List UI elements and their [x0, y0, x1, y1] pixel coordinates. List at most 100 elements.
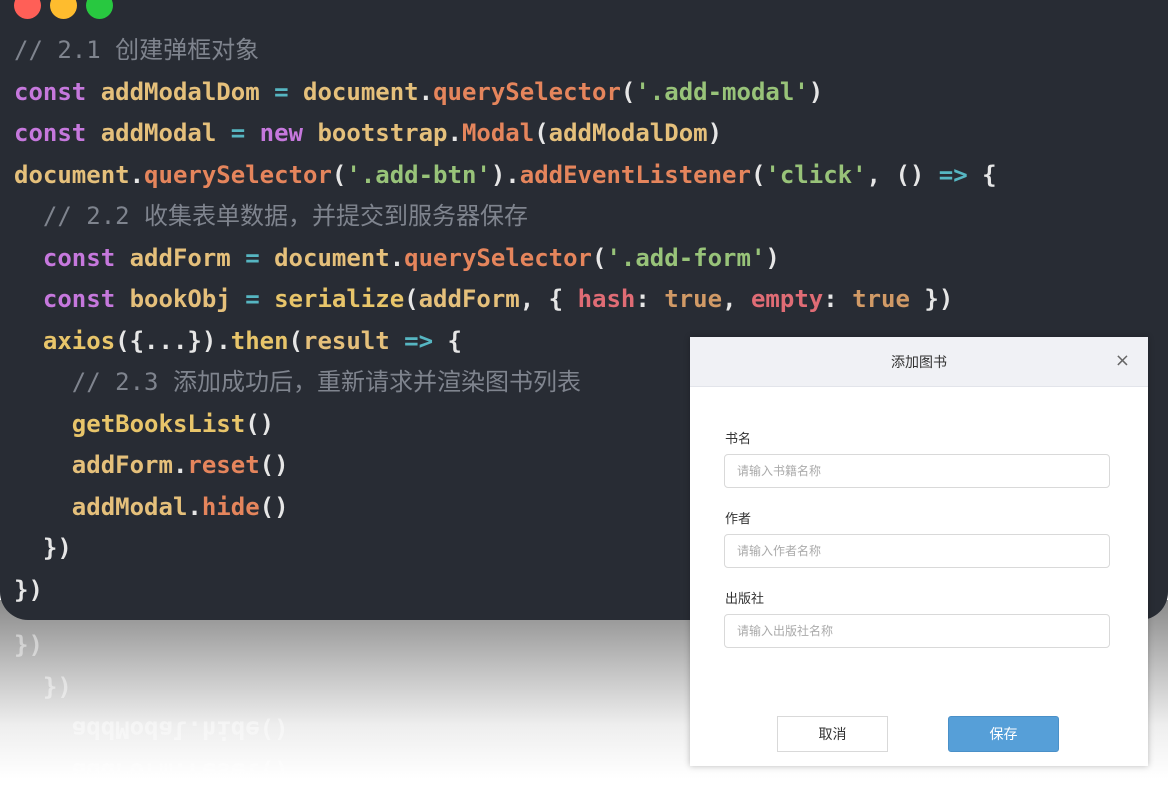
code-token: }) [14, 534, 72, 562]
code-token: : [635, 285, 664, 313]
book-name-label: 书名 [725, 428, 751, 447]
code-token: result [303, 327, 390, 355]
code-token: 'click' [765, 161, 866, 189]
code-line: const bookObj = serialize(addForm, { has… [14, 279, 997, 321]
code-token: , [722, 285, 751, 313]
code-token: ( [592, 244, 606, 272]
reflection-line: addForm.reset() [14, 750, 289, 791]
modal-header: 添加图书 × [690, 337, 1148, 387]
code-token: . [419, 78, 433, 106]
code-line: // 2.1 创建弹框对象 [14, 30, 997, 72]
code-token: }) [14, 576, 43, 604]
code-token: '.add-btn' [346, 161, 491, 189]
code-token: true [852, 285, 910, 313]
author-input[interactable] [724, 534, 1110, 568]
code-token: bookObj [130, 285, 231, 313]
reflection-line: }) [14, 667, 289, 709]
code-token: hash [578, 285, 636, 313]
code-token: querySelector [144, 161, 332, 189]
code-token: { [448, 327, 462, 355]
code-token: => [939, 161, 968, 189]
code-token: . [390, 244, 404, 272]
code-token: bootstrap [317, 119, 447, 147]
code-token: then [231, 327, 289, 355]
window-controls [14, 0, 113, 19]
code-line: const addModalDom = document.querySelect… [14, 72, 997, 114]
code-token: getBooksList [14, 410, 245, 438]
add-book-modal: 添加图书 × 书名 作者 出版社 取消 保存 [690, 337, 1148, 766]
author-label: 作者 [725, 508, 751, 527]
code-token: }) [910, 285, 953, 313]
code-token: addForm [130, 244, 231, 272]
code-token: document [303, 78, 419, 106]
code-token: ) [708, 119, 722, 147]
code-token: , { [520, 285, 578, 313]
publisher-label: 出版社 [725, 588, 764, 607]
cancel-button[interactable]: 取消 [777, 716, 888, 752]
code-token: reset [187, 451, 259, 479]
code-token: = [216, 119, 259, 147]
code-token: ( [404, 285, 418, 313]
code-token: addEventListener [520, 161, 751, 189]
code-token: addModalDom [549, 119, 708, 147]
code-token: () [260, 451, 289, 479]
code-token: const [14, 244, 130, 272]
close-icon[interactable]: × [1115, 350, 1130, 371]
code-token: ( [534, 119, 548, 147]
code-token: querySelector [404, 244, 592, 272]
code-line: const addModal = new bootstrap.Modal(add… [14, 113, 997, 155]
code-token: '.add-modal' [635, 78, 808, 106]
code-token: ). [491, 161, 520, 189]
code-token: { [968, 161, 997, 189]
minimize-window-dot-icon[interactable] [50, 0, 77, 19]
code-token: // 2.1 创建弹框对象 [14, 36, 259, 64]
code-token: document [274, 244, 390, 272]
code-token: ( [289, 327, 303, 355]
code-line: document.querySelector('.add-btn').addEv… [14, 155, 997, 197]
code-token: const [14, 78, 101, 106]
save-button[interactable]: 保存 [948, 716, 1059, 752]
book-name-input[interactable] [724, 454, 1110, 488]
code-line: // 2.2 收集表单数据，并提交到服务器保存 [14, 196, 997, 238]
code-token: ( [621, 78, 635, 106]
close-window-dot-icon[interactable] [14, 0, 41, 19]
code-token: . [173, 451, 187, 479]
code-token: () [245, 410, 274, 438]
code-token: document [14, 161, 130, 189]
code-token: . [448, 119, 462, 147]
code-token: ({...}). [115, 327, 231, 355]
code-token: serialize [274, 285, 404, 313]
code-token: = [260, 78, 303, 106]
code-token: => [390, 327, 448, 355]
code-token: axios [14, 327, 115, 355]
code-token: addForm [14, 451, 173, 479]
code-token: ) [809, 78, 823, 106]
code-token: addModalDom [101, 78, 260, 106]
reflection-line: }) [14, 625, 289, 667]
code-token: new [260, 119, 318, 147]
code-token: addForm [419, 285, 520, 313]
code-token: () [260, 493, 289, 521]
code-token: true [664, 285, 722, 313]
code-reflection: }) }) addModal.hide() addForm.reset() [14, 625, 289, 791]
code-token: : [823, 285, 852, 313]
publisher-input[interactable] [724, 614, 1110, 648]
code-token: ) [765, 244, 779, 272]
code-token: '.add-form' [606, 244, 765, 272]
maximize-window-dot-icon[interactable] [86, 0, 113, 19]
code-line: const addForm = document.querySelector('… [14, 238, 997, 280]
code-token: // 2.2 收集表单数据，并提交到服务器保存 [14, 202, 528, 230]
code-token: const [14, 119, 101, 147]
code-token: empty [751, 285, 823, 313]
code-token: Modal [462, 119, 534, 147]
code-token: = [231, 244, 274, 272]
code-token: ( [332, 161, 346, 189]
code-token: querySelector [433, 78, 621, 106]
code-token: const [14, 285, 130, 313]
code-token: . [187, 493, 201, 521]
modal-title: 添加图书 [690, 352, 1148, 372]
code-token: = [231, 285, 274, 313]
code-token: // 2.3 添加成功后，重新请求并渲染图书列表 [14, 368, 581, 396]
code-token: ( [751, 161, 765, 189]
code-token: hide [202, 493, 260, 521]
